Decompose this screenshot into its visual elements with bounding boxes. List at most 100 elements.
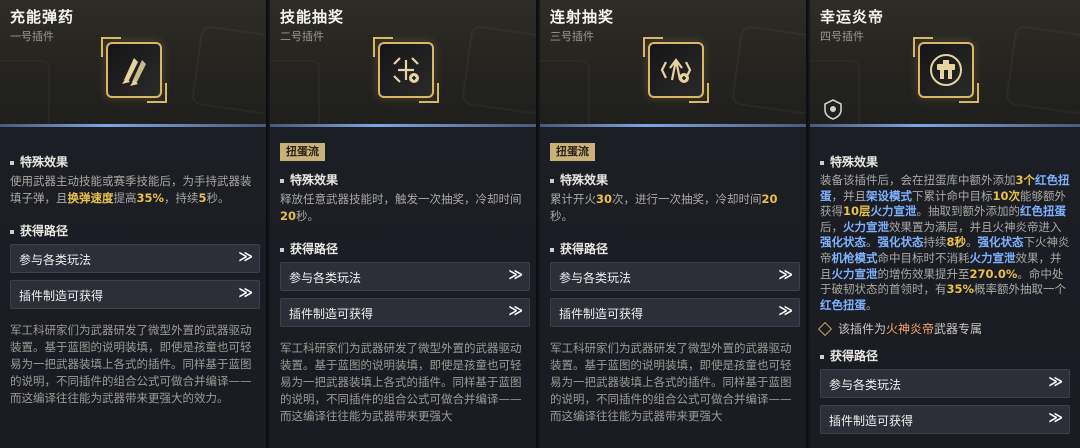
- route-label: 参与各类玩法: [19, 253, 92, 267]
- route-label: 插件制造可获得: [559, 307, 644, 321]
- route-play-modes-button[interactable]: 参与各类玩法 ≫: [820, 369, 1070, 398]
- route-label: 插件制造可获得: [289, 307, 374, 321]
- route-crafting-button[interactable]: 插件制造可获得 ≫: [550, 298, 800, 327]
- effect-highlight: 20: [761, 192, 778, 206]
- exclusive-badge-icon: [824, 99, 842, 120]
- effect-highlight: 10层: [843, 204, 871, 219]
- effect-text: 提高: [113, 190, 137, 205]
- effect-text: 效果置为满层，并且火神炎帝进入: [889, 219, 1062, 234]
- effect-highlight: 10次: [992, 188, 1021, 203]
- effect-highlight: 红色扭蛋: [820, 297, 866, 312]
- effect-text: 秒。: [206, 190, 230, 205]
- effect-highlight: 架设模式: [866, 188, 912, 203]
- plugin-slot: 三号插件: [550, 30, 594, 43]
- effect-text: 持续: [923, 235, 947, 250]
- plugin-card-1: 充能弹药 一号插件 特殊效果 使用武器主动技能或赛季技能后，为手持武器装填子弹，…: [0, 0, 268, 448]
- plugin-title: 充能弹药: [10, 8, 75, 26]
- effect-highlight: 35%: [136, 190, 165, 205]
- effect-text: 下累计命中目标: [912, 188, 993, 203]
- effect-highlight: 30: [596, 192, 613, 206]
- effect-highlight: 强化状态: [820, 235, 866, 250]
- plugin-slot: 四号插件: [820, 30, 864, 43]
- rockets-icon: [101, 37, 167, 103]
- effect-text: 次，进行一次抽奖，冷却时间: [612, 192, 762, 206]
- effect-text: 秒。: [550, 208, 573, 223]
- route-label: 参与各类玩法: [559, 271, 632, 285]
- plugin-card-4: 幸运炎帝 四号插件 特殊效果 装备该插件后，会在扭蛋库中额外添加3个红色扭蛋 ，并…: [810, 0, 1080, 448]
- effect-highlight: 35%: [946, 282, 975, 297]
- double-chevron-right-icon: ≫: [508, 303, 523, 319]
- double-chevron-right-icon: ≫: [778, 267, 793, 283]
- effect-heading: 特殊效果: [280, 171, 338, 188]
- effect-description: 累计开火30次，进行一次抽奖，冷却时间20 秒。: [550, 191, 798, 224]
- plugin-slot: 一号插件: [10, 30, 54, 43]
- plugin-slot: 二号插件: [280, 30, 324, 43]
- effect-heading: 特殊效果: [10, 153, 68, 170]
- double-chevron-right-icon: ≫: [238, 249, 253, 265]
- route-play-modes-button[interactable]: 参与各类玩法 ≫: [10, 244, 260, 273]
- route-label: 插件制造可获得: [19, 289, 104, 303]
- effect-text: 的增伤效果提升至: [877, 266, 970, 281]
- burst-lottery-icon: [643, 37, 709, 103]
- double-chevron-right-icon: ≫: [508, 267, 523, 283]
- effect-text: 。: [866, 235, 878, 250]
- effect-highlight: 火力宣泄: [969, 250, 1016, 265]
- effect-highlight: 5: [198, 190, 207, 205]
- effect-text: 累计开火: [550, 192, 596, 206]
- plugin-title: 幸运炎帝: [820, 8, 885, 26]
- effect-description: 装备该插件后，会在扭蛋库中额外添加3个红色扭蛋 ，并且架设模式下累计命中目标10次…: [820, 173, 1072, 313]
- double-chevron-right-icon: ≫: [238, 285, 253, 301]
- effect-description: 使用武器主动技能或赛季技能后，为手持武器装填子弹，且换弹速度提高35%，持续5秒…: [10, 173, 258, 206]
- plugin-title: 技能抽奖: [280, 8, 345, 26]
- effect-text: 释放任意武器技能时，触发一次抽奖，冷却时间: [280, 192, 522, 206]
- effect-highlight: 3个: [1015, 173, 1036, 187]
- build-tag-badge: 扭蛋流: [550, 143, 595, 161]
- route-heading: 获得路径: [820, 347, 878, 364]
- effect-text: 概率额外抽取一个: [974, 282, 1067, 297]
- exclusive-note: 该插件为火神炎帝武器专属: [817, 320, 982, 337]
- route-play-modes-button[interactable]: 参与各类玩法 ≫: [280, 262, 530, 291]
- route-crafting-button[interactable]: 插件制造可获得 ≫: [820, 405, 1070, 434]
- lottery-spin-icon: [373, 37, 439, 103]
- effect-text: ，持续: [164, 190, 199, 205]
- effect-description: 释放任意武器技能时，触发一次抽奖，冷却时间 20秒。: [280, 191, 528, 224]
- route-heading: 获得路径: [550, 240, 608, 257]
- effect-text: 。: [966, 235, 978, 250]
- lore-text: 军工科研家们为武器研发了微型外置的武器驱动装置。基于蓝图的说明装填，即使是孩童也…: [280, 341, 522, 423]
- build-tag-badge: 扭蛋流: [280, 143, 325, 161]
- route-play-modes-button[interactable]: 参与各类玩法 ≫: [550, 262, 800, 291]
- effect-highlight: 机枪模式: [831, 250, 878, 265]
- route-label: 参与各类玩法: [829, 378, 902, 392]
- effect-text: 。抽取到额外添加的: [916, 204, 1021, 219]
- effect-highlight: 20: [280, 208, 297, 223]
- effect-highlight: 火力宣泄: [831, 266, 878, 281]
- effect-text: 命中目标时不消耗: [877, 250, 970, 265]
- effect-text: ，并且: [831, 188, 867, 203]
- effect-heading: 特殊效果: [550, 171, 608, 188]
- route-heading: 获得路径: [10, 222, 68, 239]
- double-chevron-right-icon: ≫: [1048, 410, 1063, 426]
- route-label: 插件制造可获得: [829, 414, 914, 428]
- plugin-title: 连射抽奖: [550, 8, 615, 26]
- double-chevron-right-icon: ≫: [1048, 374, 1063, 390]
- effect-heading: 特殊效果: [820, 153, 878, 170]
- exclusive-diamond-icon: [817, 321, 833, 337]
- route-crafting-button[interactable]: 插件制造可获得 ≫: [10, 280, 260, 309]
- route-label: 参与各类玩法: [289, 271, 362, 285]
- effect-text: 装备该插件后，会在扭蛋库中额外添加: [820, 173, 1016, 187]
- effect-highlight: 270.0%: [969, 266, 1018, 281]
- effect-text: 秒。: [296, 208, 320, 223]
- plugin-card-3: 连射抽奖 三号插件 扭蛋流 特殊效果 累计开火30次，进行一次抽奖，冷却时间20…: [540, 0, 808, 448]
- route-heading: 获得路径: [280, 240, 338, 257]
- effect-highlight: 8秒: [946, 235, 967, 250]
- lore-text: 军工科研家们为武器研发了微型外置的武器驱动装置。基于蓝图的说明装填，即使是孩童也…: [550, 341, 792, 423]
- effect-highlight: 红色扭蛋: [1020, 204, 1067, 219]
- effect-text: 。: [866, 297, 878, 312]
- effect-highlight: 火力宣泄: [843, 219, 889, 234]
- effect-highlight: 强化状态: [877, 235, 924, 250]
- route-crafting-button[interactable]: 插件制造可获得 ≫: [280, 298, 530, 327]
- effect-highlight: 火力宣泄: [870, 204, 917, 219]
- double-chevron-right-icon: ≫: [778, 303, 793, 319]
- lore-text: 军工科研家们为武器研发了微型外置的武器驱动装置。基于蓝图的说明装填，即使是孩童也…: [10, 323, 252, 405]
- effect-highlight: 换弹速度: [67, 190, 114, 205]
